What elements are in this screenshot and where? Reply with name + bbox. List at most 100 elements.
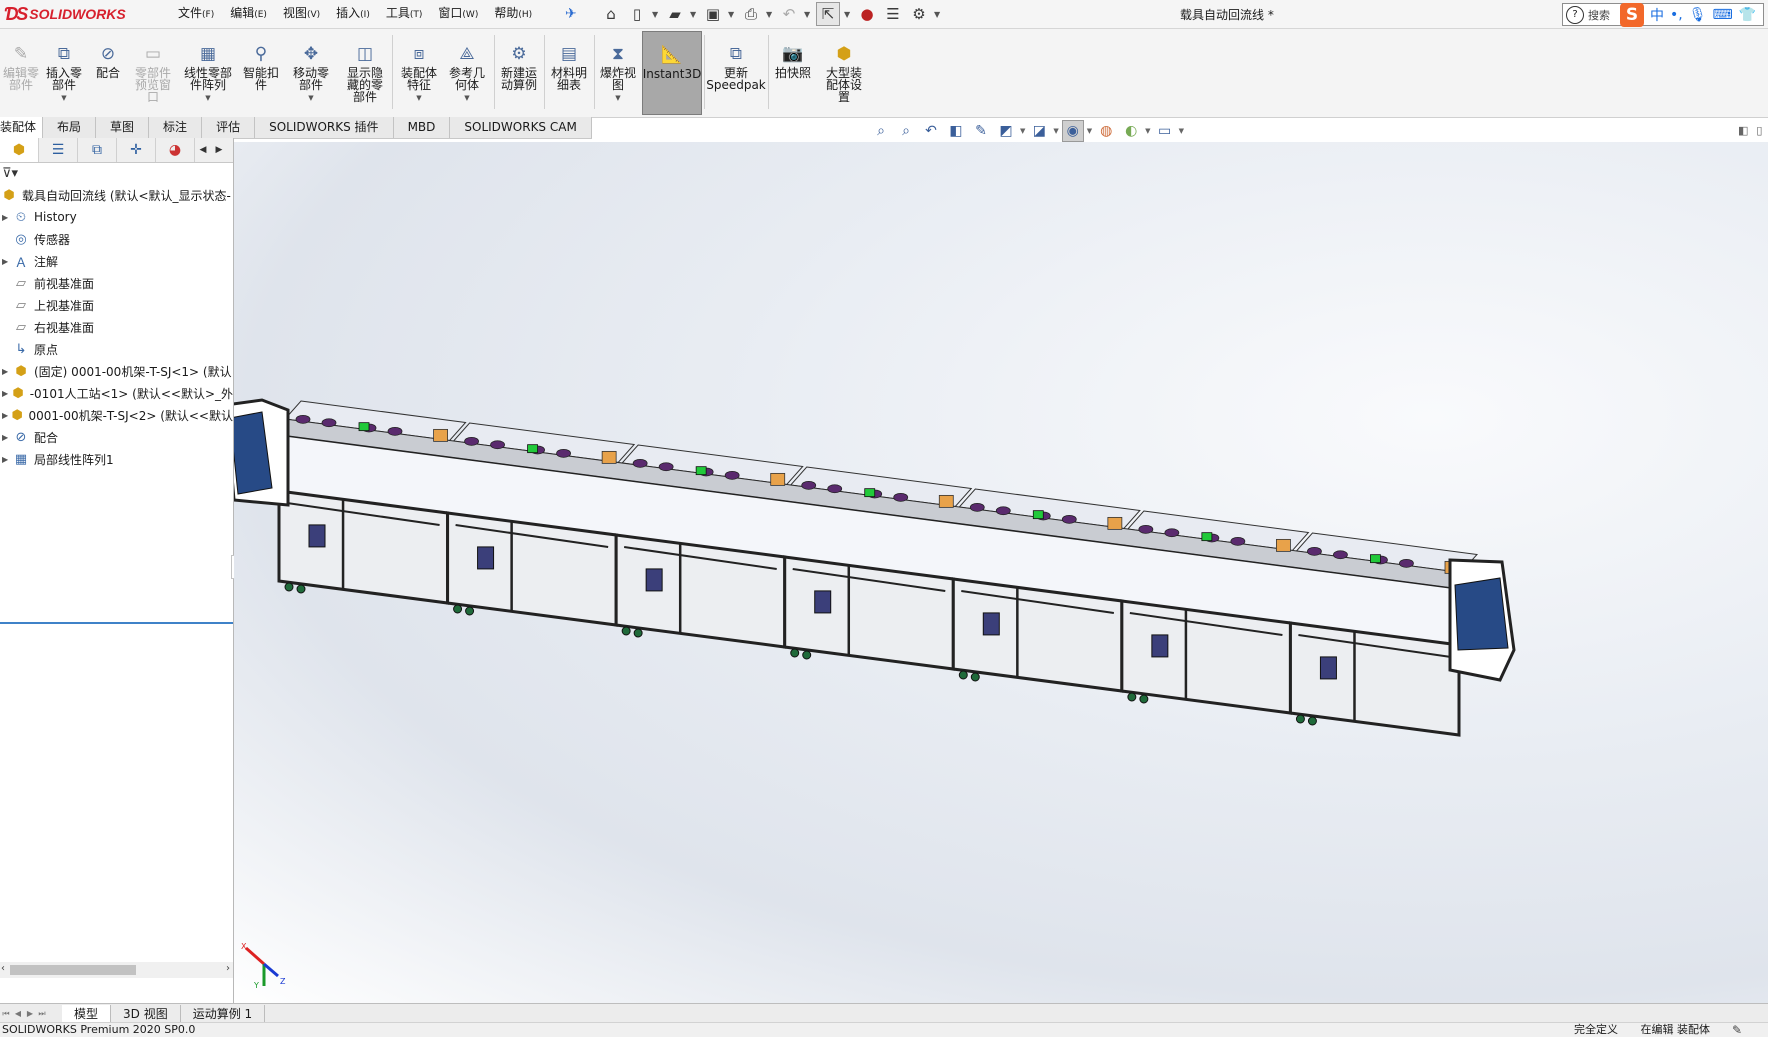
solidworks-logo[interactable]: ƊS SOLIDWORKS — [4, 2, 144, 26]
chevron-down-icon[interactable]: ▼ — [766, 10, 774, 19]
task-pane-icon[interactable]: ▯ — [1756, 124, 1762, 137]
filter-icon[interactable]: ⊽▾ — [2, 166, 18, 181]
chevron-down-icon[interactable]: ▼ — [690, 10, 698, 19]
configuration-manager-tab[interactable]: ⧉ — [78, 138, 117, 162]
tree-item[interactable]: ▱ 右视基准面 — [0, 316, 233, 338]
chevron-down-icon[interactable]: ▼ — [652, 10, 660, 19]
instant3d-button[interactable]: 📐 Instant3D — [642, 31, 702, 115]
section-view-icon[interactable]: ◧ — [945, 120, 967, 142]
menu-item[interactable]: 插入(I) — [328, 0, 378, 29]
chevron-down-icon[interactable]: ▼ — [934, 10, 942, 19]
property-manager-tab[interactable]: ☰ — [39, 138, 78, 162]
tree-item[interactable]: ▱ 上视基准面 — [0, 294, 233, 316]
tree-item[interactable]: ▶ ▦ 局部线性阵列1 — [0, 448, 233, 470]
apply-scene-icon[interactable]: ◐ — [1120, 120, 1142, 142]
ime-punctuation-icon[interactable]: •, — [1670, 7, 1683, 23]
expand-arrow-icon[interactable]: ▶ — [2, 257, 12, 266]
bottom-tab[interactable]: 3D 视图 — [111, 1004, 181, 1023]
zoom-to-fit-icon[interactable]: ⌕ — [870, 120, 892, 142]
tree-item[interactable]: ▱ 前视基准面 — [0, 272, 233, 294]
tab-command-manager[interactable]: MBD — [394, 117, 451, 138]
chevron-down-icon[interactable]: ▼ — [1145, 127, 1150, 135]
assembly-features-button[interactable]: ⧈ 装配体 特征 ▼ — [396, 31, 442, 113]
ime-skin-icon[interactable]: 👕 — [1739, 7, 1756, 23]
bottom-tab[interactable]: 模型 — [62, 1004, 112, 1023]
edit-component-button[interactable]: ✎ 编辑零 部件 — [2, 31, 40, 113]
component-preview-button[interactable]: ▭ 零部件 预览窗口 — [130, 31, 176, 113]
reference-geometry-button[interactable]: ⟁ 参考几 何体 ▼ — [444, 31, 490, 113]
expand-arrow-icon[interactable]: ▶ — [2, 411, 10, 420]
traffic-light-icon[interactable]: ● — [856, 3, 878, 25]
tab-command-manager[interactable]: 评估 — [202, 117, 256, 138]
chevron-down-icon[interactable]: ▼ — [844, 10, 852, 19]
tree-item[interactable]: ▶ ⊘ 配合 — [0, 426, 233, 448]
tree-item[interactable]: ◎ 传感器 — [0, 228, 233, 250]
conveyor-assembly-model[interactable] — [234, 142, 1768, 1003]
tree-item[interactable]: ▶ ⏲ History — [0, 206, 233, 228]
update-speedpak-button[interactable]: ⧉ 更新 Speedpak — [706, 31, 766, 113]
last-tab-icon[interactable]: ⏭ — [36, 1009, 48, 1019]
chevron-down-icon[interactable]: ▼ — [804, 10, 812, 19]
hide-show-items-icon[interactable]: ◉ — [1061, 120, 1084, 142]
keyboard-icon[interactable]: ⌨ — [1713, 7, 1733, 23]
tab-command-manager[interactable]: 布局 — [43, 117, 97, 138]
menu-item[interactable]: 编辑(E) — [222, 0, 275, 29]
chevron-down-icon[interactable]: ▼ — [1179, 127, 1184, 135]
bottom-tab[interactable]: 运动算例 1 — [181, 1004, 266, 1023]
scroll-right-icon[interactable]: › — [226, 963, 230, 974]
view-orientation-icon[interactable]: ◩ — [995, 120, 1017, 142]
file-properties-icon[interactable]: ☰ — [882, 3, 904, 25]
expand-arrow-icon[interactable]: ▶ — [2, 389, 10, 398]
take-snapshot-button[interactable]: 📷 拍快照 — [770, 31, 816, 113]
chevron-down-icon[interactable]: ▼ — [205, 94, 210, 102]
mate-button[interactable]: ⊘ 配合 — [90, 31, 126, 113]
chevron-down-icon[interactable]: ▼ — [728, 10, 736, 19]
menu-item[interactable]: 帮助(H) — [486, 0, 540, 29]
tab-scroll-left-icon[interactable]: ◀ — [195, 138, 211, 162]
chevron-down-icon[interactable]: ▼ — [1087, 127, 1092, 135]
smart-fasteners-button[interactable]: ⚲ 智能扣件 — [240, 31, 282, 113]
microphone-icon[interactable]: 🎙 — [1689, 7, 1707, 23]
new-document-icon[interactable]: ▯ — [626, 3, 648, 25]
save-icon[interactable]: ▣ — [702, 3, 724, 25]
tree-item[interactable]: ▶ ⬢ (固定) 0001-00机架-T-SJ<1> (默认 — [0, 360, 233, 382]
tab-command-manager[interactable]: SOLIDWORKS 插件 — [255, 117, 394, 138]
tab-command-manager[interactable]: SOLIDWORKS CAM — [450, 117, 592, 138]
display-style-icon[interactable]: ◪ — [1028, 120, 1050, 142]
scroll-left-icon[interactable]: ‹ — [1, 963, 5, 974]
expand-arrow-icon[interactable]: ▶ — [2, 213, 12, 222]
exploded-view-button[interactable]: ⧗ 爆炸视图 ▼ — [596, 31, 640, 113]
quick-tips-icon[interactable]: ✎ — [1732, 1023, 1742, 1037]
scrollbar-thumb[interactable] — [10, 965, 136, 975]
select-cursor-icon[interactable]: ⇱ — [816, 2, 840, 26]
next-tab-icon[interactable]: ▶ — [24, 1009, 36, 1018]
insert-component-button[interactable]: ⧉ 插入零 部件 ▼ — [44, 31, 84, 113]
print-icon[interactable]: ⎙ — [740, 3, 762, 25]
dimxpert-manager-tab[interactable]: ✛ — [117, 138, 156, 162]
menu-item[interactable]: 工具(T) — [378, 0, 431, 29]
expand-arrow-icon[interactable]: ▶ — [2, 367, 12, 376]
dynamic-annotation-icon[interactable]: ✎ — [970, 120, 992, 142]
previous-view-icon[interactable]: ↶ — [920, 120, 942, 142]
restore-panel-icon[interactable]: ◧ — [1738, 124, 1748, 137]
linear-pattern-button[interactable]: ▦ 线性零部 件阵列 ▼ — [180, 31, 236, 113]
expand-arrow-icon[interactable]: ▶ — [2, 433, 12, 442]
new-motion-study-button[interactable]: ⚙ 新建运 动算例 — [496, 31, 542, 113]
display-manager-tab[interactable]: ◕ — [156, 138, 195, 162]
home-icon[interactable]: ⌂ — [600, 3, 622, 25]
tree-item[interactable]: ↳ 原点 — [0, 338, 233, 360]
menu-item[interactable]: 视图(V) — [275, 0, 328, 29]
chevron-down-icon[interactable]: ▼ — [615, 94, 620, 102]
options-gear-icon[interactable]: ⚙ — [908, 3, 930, 25]
feature-manager-tab[interactable]: ⬢ — [0, 138, 39, 162]
chevron-down-icon[interactable]: ▼ — [61, 94, 66, 102]
tab-command-manager[interactable]: 草图 — [96, 117, 150, 138]
chevron-down-icon[interactable]: ▼ — [1020, 127, 1025, 135]
move-component-button[interactable]: ✥ 移动零 部件 ▼ — [288, 31, 334, 113]
graphics-area[interactable] — [234, 142, 1768, 1003]
show-hidden-components-button[interactable]: ◫ 显示隐 藏的零 部件 — [342, 31, 388, 113]
chevron-down-icon[interactable]: ▼ — [1053, 127, 1058, 135]
edit-appearance-icon[interactable]: ◍ — [1095, 120, 1117, 142]
large-assembly-settings-button[interactable]: ⬢ 大型装 配体设置 — [818, 31, 870, 113]
tab-command-manager[interactable]: 装配体 — [0, 117, 44, 138]
